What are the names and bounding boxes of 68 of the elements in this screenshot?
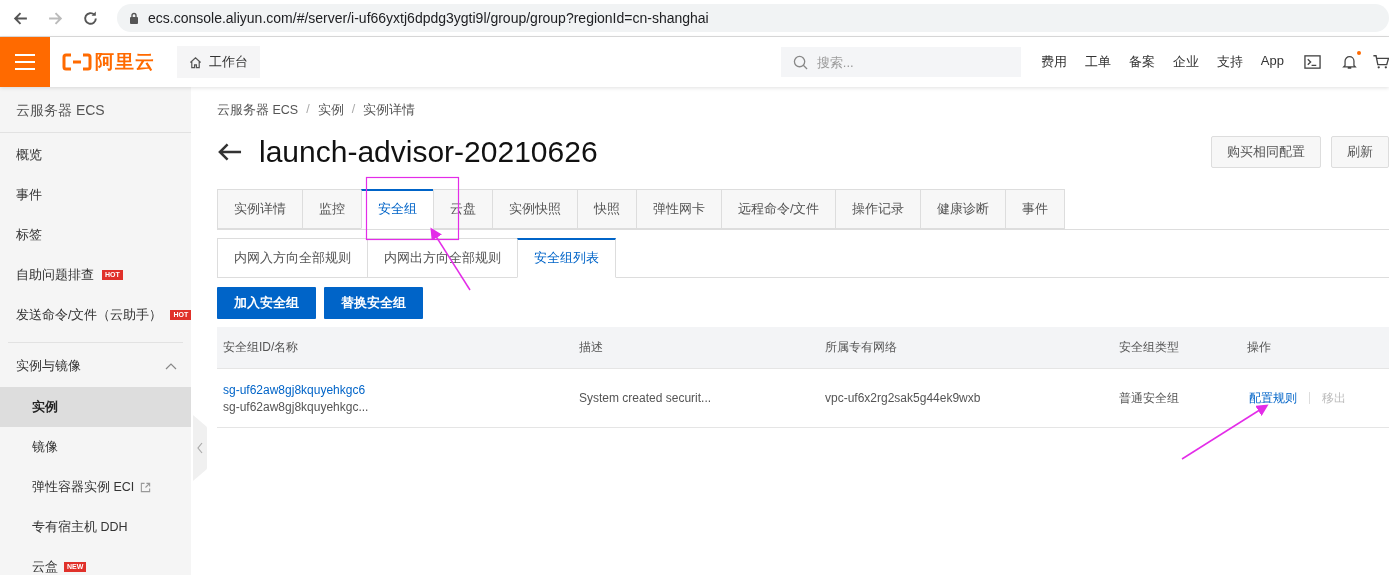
tab[interactable]: 弹性网卡 <box>636 189 722 229</box>
reload-icon[interactable] <box>82 9 99 27</box>
tab[interactable]: 实例详情 <box>217 189 303 229</box>
tab[interactable]: 监控 <box>302 189 362 229</box>
column-header: 安全组ID/名称 <box>222 339 300 356</box>
action-button[interactable]: 刷新 <box>1331 136 1389 168</box>
column-header: 描述 <box>578 339 604 356</box>
sidebar-item[interactable]: 实例 <box>0 387 191 427</box>
search-icon <box>792 55 808 70</box>
column-header: 操作 <box>1246 339 1272 356</box>
action-link[interactable]: 配置规则 <box>1249 389 1297 407</box>
chevron-up-icon[interactable] <box>165 362 178 370</box>
url-text: ecs.console.aliyun.com/#/server/i-uf66yxtj6dpdg3ygti9l/group/group?regionId=cn-shanghai <box>148 10 709 26</box>
terminal-icon[interactable] <box>1304 54 1321 70</box>
tab[interactable]: 操作记录 <box>835 189 922 229</box>
bell-icon[interactable] <box>1341 54 1358 70</box>
workbench-button[interactable]: 工作台 <box>177 46 260 78</box>
sidebar-item[interactable]: 自助问题排查 <box>16 266 94 284</box>
table-cell: sg-uf62aw8gj8kquyehkgc... <box>223 399 369 414</box>
page-title: launch-advisor-20210626 <box>259 135 598 169</box>
tab[interactable]: 健康诊断 <box>920 189 1007 229</box>
nav-link[interactable]: 支持 <box>1216 53 1243 71</box>
lock-icon <box>129 12 139 24</box>
sidebar-item[interactable]: 专有宿主机 DDH <box>0 507 191 547</box>
tab[interactable]: 实例快照 <box>492 189 578 229</box>
chevron-left-icon <box>197 442 203 454</box>
tab[interactable]: 内网入方向全部规则 <box>217 238 368 278</box>
action-button[interactable]: 购买相同配置 <box>1211 136 1321 168</box>
table-cell-text: 普通安全组 <box>1118 389 1180 407</box>
nav-link[interactable]: 备案 <box>1128 53 1155 71</box>
tab[interactable]: 安全组列表 <box>517 238 616 278</box>
breadcrumb-separator: / <box>306 102 310 118</box>
column-header: 所属专有网络 <box>824 339 898 356</box>
sidebar-item[interactable]: 弹性容器实例 ECI <box>0 467 191 507</box>
breadcrumb-separator: / <box>351 102 356 118</box>
breadcrumb-link[interactable]: 实例 <box>317 102 344 119</box>
primary-button[interactable]: 加入安全组 <box>217 287 316 319</box>
nav-link[interactable]: 企业 <box>1172 53 1199 71</box>
breadcrumb-link[interactable]: 实例详情 <box>363 102 416 119</box>
column-header: 安全组类型 <box>1118 339 1180 356</box>
tab[interactable]: 事件 <box>1005 189 1066 229</box>
tab[interactable]: 快照 <box>577 189 637 229</box>
tab[interactable]: 安全组 <box>361 189 434 229</box>
sidebar-title: 云服务器 ECS <box>0 87 191 133</box>
menu-button[interactable] <box>0 37 50 87</box>
sidebar-item[interactable]: 事件 <box>16 186 42 204</box>
home-icon <box>189 55 202 69</box>
sidebar-item[interactable]: 概览 <box>16 146 42 164</box>
primary-button[interactable]: 替换安全组 <box>324 287 423 319</box>
table-cell-text: System created securit... <box>578 391 713 405</box>
logo-text: 阿里云 <box>95 50 155 74</box>
breadcrumb-link[interactable]: 云服务器 ECS <box>217 102 299 119</box>
nav-link[interactable]: 工单 <box>1084 53 1111 71</box>
logo-icon <box>62 53 92 71</box>
cart-icon[interactable] <box>1372 54 1389 70</box>
sidebar-group-label[interactable]: 实例与镜像 <box>16 357 158 375</box>
tab[interactable]: 远程命令/文件 <box>721 189 837 229</box>
address-bar[interactable]: ecs.console.aliyun.com/#/server/i-uf66yxtj6dpdg3ygti9l/group/group?regionId=cn-shanghai <box>117 4 1389 32</box>
search-field[interactable]: 搜索... <box>780 47 1021 77</box>
group-id-link[interactable]: sg-uf62aw8gj8kquyehkgc6 <box>223 382 366 397</box>
sidebar-item[interactable]: 发送命令/文件（云助手） <box>16 306 163 324</box>
nav-link[interactable]: App <box>1260 53 1284 71</box>
back-arrow-icon[interactable] <box>217 142 242 162</box>
sidebar-item[interactable]: 标签 <box>16 226 42 244</box>
sidebar-item[interactable]: 镜像 <box>0 427 191 467</box>
table-cell-text: vpc-uf6x2rg2sak5g44ek9wxb <box>824 391 982 405</box>
menu-icon <box>15 54 35 70</box>
nav-link[interactable]: 费用 <box>1040 53 1067 71</box>
